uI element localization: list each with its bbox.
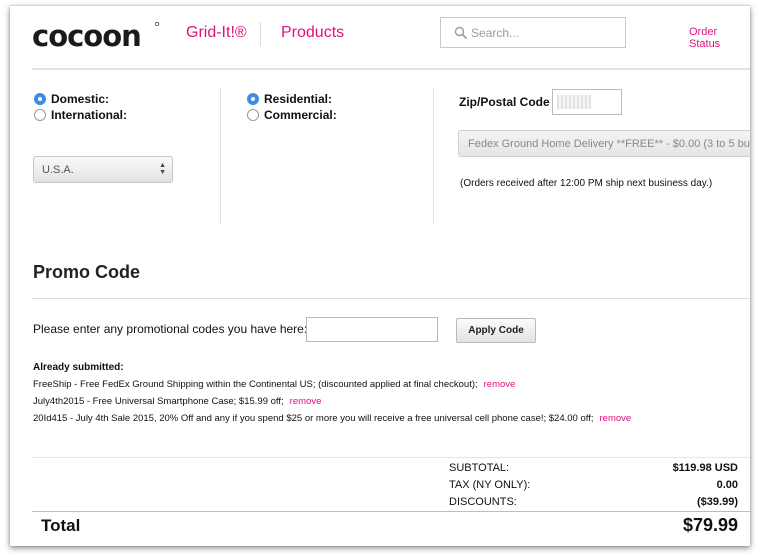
- shipping-note: (Orders received after 12:00 PM ship nex…: [460, 178, 713, 189]
- nav-products[interactable]: Products: [281, 24, 344, 42]
- logo-text: cocoon: [32, 19, 141, 53]
- promo-title: Promo Code: [33, 262, 141, 282]
- column-divider-2: [433, 88, 434, 225]
- nav-grid-it[interactable]: Grid-It!®: [186, 24, 247, 42]
- submitted-code-text: 20Id415 - July 4th Sale 2015, 20% Off an…: [33, 413, 594, 424]
- apply-code-button[interactable]: Apply Code: [456, 318, 536, 343]
- subtotal-value: $119.98 USD: [672, 462, 738, 474]
- promo-divider: [32, 298, 750, 299]
- country-value: U.S.A.: [42, 164, 74, 176]
- submitted-code-row: 20Id415 - July 4th Sale 2015, 20% Off an…: [33, 413, 631, 424]
- zip-label: Zip/Postal Code: [459, 95, 550, 109]
- radio-commercial-label: Commercial:: [264, 108, 337, 122]
- search-icon: [454, 26, 468, 40]
- tax-label: TAX (NY ONLY):: [449, 479, 531, 491]
- country-select[interactable]: U.S.A. ▲ ▼: [33, 156, 173, 183]
- subtotal-label: SUBTOTAL:: [449, 462, 510, 474]
- search-placeholder: Search...: [471, 26, 520, 40]
- radio-international-label: International:: [51, 108, 128, 122]
- discounts-value: ($39.99): [697, 496, 738, 508]
- submitted-code-row: FreeShip - Free FedEx Ground Shipping wi…: [33, 379, 515, 390]
- radio-domestic-button[interactable]: [34, 93, 46, 105]
- total-value: $79.99: [682, 515, 738, 535]
- search-box[interactable]: Search...: [440, 17, 626, 48]
- submitted-code-text: FreeShip - Free FedEx Ground Shipping wi…: [33, 379, 478, 390]
- zip-input[interactable]: [552, 89, 622, 115]
- radio-residential[interactable]: Residential:: [247, 92, 332, 106]
- nav-divider: [260, 22, 261, 46]
- header-divider: [32, 68, 750, 70]
- radio-residential-button[interactable]: [247, 93, 259, 105]
- remove-code-link[interactable]: remove: [484, 379, 516, 390]
- total-divider: [32, 511, 750, 512]
- promo-prompt: Please enter any promotional codes you h…: [33, 322, 308, 336]
- shipping-method-select[interactable]: Fedex Ground Home Delivery **FREE** - $0…: [458, 130, 750, 157]
- radio-international[interactable]: International:: [34, 108, 127, 122]
- radio-commercial-button[interactable]: [247, 109, 259, 121]
- radio-international-button[interactable]: [34, 109, 46, 121]
- order-status-link[interactable]: Order Status: [689, 26, 750, 50]
- submitted-title: Already submitted:: [33, 362, 124, 373]
- tax-value: 0.00: [716, 479, 738, 491]
- checkout-page: cocoon Grid-It!® Products Search... Orde…: [10, 6, 750, 546]
- column-divider-1: [220, 88, 221, 225]
- radio-domestic-label: Domestic:: [51, 92, 110, 106]
- cocoon-logo[interactable]: cocoon: [32, 16, 172, 56]
- submitted-code-row: July4th2015 - Free Universal Smartphone …: [33, 396, 321, 407]
- radio-residential-label: Residential:: [264, 92, 333, 106]
- remove-code-link[interactable]: remove: [290, 396, 322, 407]
- zip-value-obscured: [557, 95, 591, 109]
- discounts-label: DISCOUNTS:: [449, 496, 517, 508]
- submitted-code-text: July4th2015 - Free Universal Smartphone …: [33, 396, 284, 407]
- radio-commercial[interactable]: Commercial:: [247, 108, 337, 122]
- totals-divider: [32, 457, 750, 458]
- promo-code-input[interactable]: [306, 317, 438, 342]
- shipping-method-value: Fedex Ground Home Delivery **FREE** - $0…: [468, 138, 750, 150]
- total-label: Total: [41, 516, 81, 535]
- remove-code-link[interactable]: remove: [600, 413, 632, 424]
- registered-mark-icon: [155, 22, 159, 26]
- radio-domestic[interactable]: Domestic:: [34, 92, 109, 106]
- updown-arrows-icon: ▲ ▼: [159, 162, 166, 176]
